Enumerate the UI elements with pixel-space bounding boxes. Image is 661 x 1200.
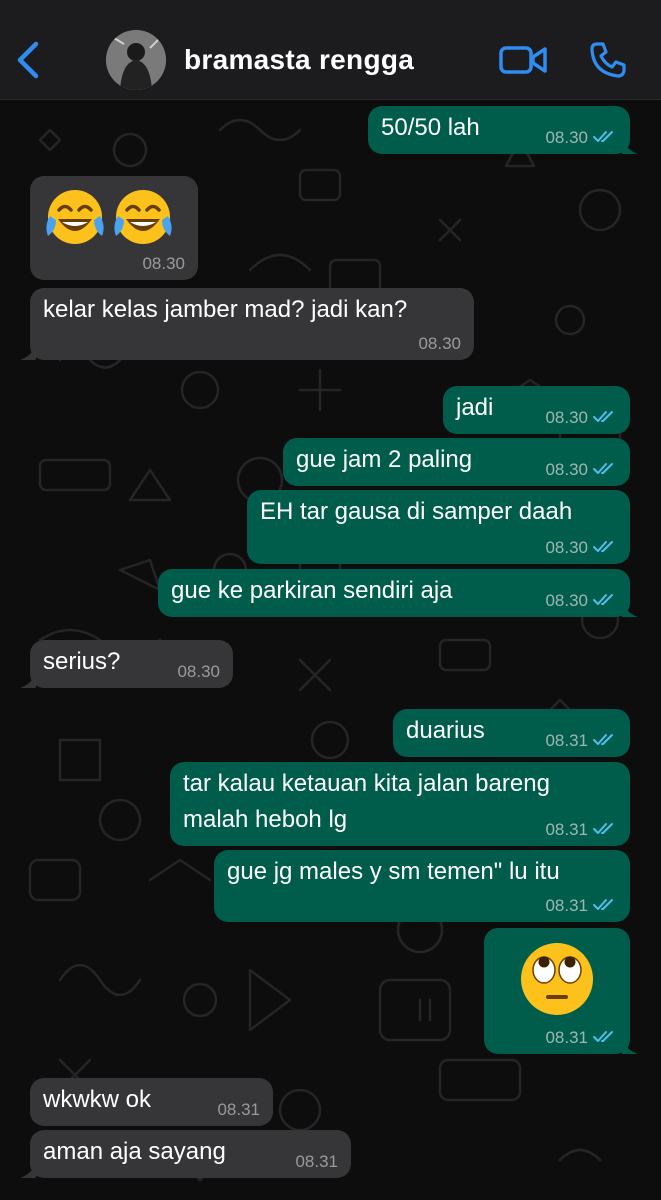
message-text: EH tar gausa di samper daah <box>260 498 573 525</box>
message-meta: 08.31 <box>545 1028 617 1048</box>
contact-name[interactable]: bramasta rengga <box>184 44 414 76</box>
message-text: aman aja sayang <box>43 1138 226 1165</box>
avatar[interactable] <box>106 30 166 90</box>
message-time: 08.30 <box>545 460 588 479</box>
message-time: 08.30 <box>142 254 185 273</box>
face-with-rolling-eyes-icon <box>521 943 593 1015</box>
message-meta: 08.30 <box>545 538 617 558</box>
chevron-left-icon[interactable] <box>12 38 46 82</box>
double-check-icon <box>593 1031 613 1042</box>
message-meta: 08.30 <box>545 591 617 611</box>
message-time: 08.30 <box>177 662 220 681</box>
message-time: 08.30 <box>545 408 588 427</box>
message-text: wkwkw ok <box>43 1086 152 1113</box>
incoming-message[interactable]: 08.30 <box>30 176 198 280</box>
outgoing-message[interactable]: gue jam 2 paling 08.30 <box>283 438 630 486</box>
message-time: 08.31 <box>295 1152 338 1171</box>
message-time: 08.31 <box>545 1028 588 1047</box>
double-check-icon <box>593 823 613 834</box>
message-time: 08.30 <box>418 334 461 353</box>
message-text: 50/50 lah <box>381 114 480 141</box>
message-text: serius? <box>43 648 121 675</box>
avatar-photo <box>106 30 166 90</box>
double-check-icon <box>593 541 613 552</box>
bubble-tail <box>622 601 638 617</box>
incoming-message[interactable]: serius? 08.30 <box>30 640 233 688</box>
message-time: 08.30 <box>545 538 588 557</box>
message-text: jadi <box>456 394 494 421</box>
outgoing-message[interactable]: EH tar gausa di samper daah 08.30 <box>247 490 630 564</box>
message-time: 08.31 <box>545 820 588 839</box>
video-camera-icon[interactable] <box>498 42 548 78</box>
face-with-tears-of-joy-icon <box>46 190 172 244</box>
double-check-icon <box>593 899 613 910</box>
chat-screen: bramasta rengga 50/50 lah 08.30 08.30 ke… <box>0 0 661 1200</box>
message-meta: 08.31 <box>545 731 617 751</box>
message-text: gue ke parkiran sendiri aja <box>171 577 453 604</box>
message-text-line-2: malah heboh lg <box>183 806 348 833</box>
phone-icon[interactable] <box>588 40 628 80</box>
bubble-tail <box>20 1162 36 1178</box>
message-text-line-1: tar kalau ketauan kita jalan bareng <box>183 770 550 797</box>
double-check-icon <box>593 734 613 745</box>
outgoing-message[interactable]: 08.31 <box>484 928 630 1054</box>
message-text: gue jg males y sm temen" lu itu <box>227 858 560 885</box>
bubble-tail <box>20 672 36 688</box>
incoming-message[interactable]: wkwkw ok 08.31 <box>30 1078 273 1126</box>
double-check-icon <box>593 594 613 605</box>
double-check-icon <box>593 411 613 422</box>
outgoing-message[interactable]: gue jg males y sm temen" lu itu 08.31 <box>214 850 630 922</box>
outgoing-message[interactable]: jadi 08.30 <box>443 386 630 434</box>
message-meta: 08.30 <box>545 128 617 148</box>
message-meta: 08.31 <box>545 896 617 916</box>
outgoing-message[interactable]: tar kalau ketauan kita jalan bareng mala… <box>170 762 630 846</box>
message-meta: 08.30 <box>545 460 617 480</box>
double-check-icon <box>593 131 613 142</box>
message-text: kelar kelas jamber mad? jadi kan? <box>43 296 408 323</box>
message-text: gue jam 2 paling <box>296 446 473 473</box>
chat-header: bramasta rengga <box>0 0 661 100</box>
outgoing-message[interactable]: duarius 08.31 <box>393 709 630 757</box>
message-time: 08.31 <box>545 896 588 915</box>
message-time: 08.31 <box>217 1100 260 1119</box>
message-time: 08.31 <box>545 731 588 750</box>
double-check-icon <box>593 463 613 474</box>
incoming-message[interactable]: aman aja sayang 08.31 <box>30 1130 351 1178</box>
message-meta: 08.30 <box>545 408 617 428</box>
bubble-tail <box>622 1038 638 1054</box>
bubble-tail <box>20 344 36 360</box>
incoming-message[interactable]: kelar kelas jamber mad? jadi kan? 08.30 <box>30 288 474 360</box>
outgoing-message[interactable]: 50/50 lah 08.30 <box>368 106 630 154</box>
message-time: 08.30 <box>545 128 588 147</box>
bubble-tail <box>622 138 638 154</box>
outgoing-message[interactable]: gue ke parkiran sendiri aja 08.30 <box>158 569 630 617</box>
message-meta: 08.31 <box>545 820 617 840</box>
message-time: 08.30 <box>545 591 588 610</box>
message-text: duarius <box>406 717 485 744</box>
